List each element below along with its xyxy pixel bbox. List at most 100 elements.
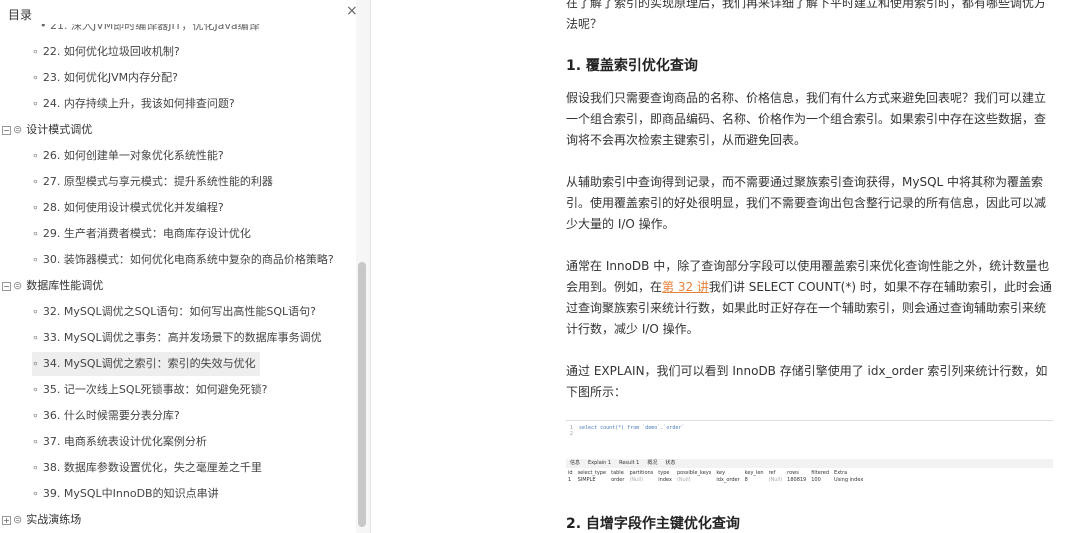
toc-label: 32. MySQL调优之SQL语句：如何写出高性能SQL语句? (42, 305, 317, 318)
folder-icon: ⊜ (13, 513, 23, 526)
table-cell: index (658, 477, 672, 483)
table-cell: (Null) (676, 477, 691, 483)
table-row: 1 SIMPLE order (Null) index (Null) idx_order 8 (… (568, 477, 868, 484)
column-header: rows (787, 470, 799, 476)
toc-item[interactable]: ∘ 39. MySQL中InnoDB的知识点串讲 (32, 482, 219, 506)
toc-item[interactable]: ∘ 24. 内存持续上升，我该如何排查问题? (32, 92, 235, 116)
column-header: key_len (744, 470, 764, 476)
toc-label: 38. 数据库参数设置优化，失之毫厘差之千里 (42, 461, 262, 474)
bullet-icon: ∘ (32, 409, 39, 422)
bullet-icon: ∘ (32, 383, 39, 396)
column-header: table (611, 470, 624, 476)
column-header: key (716, 470, 726, 476)
column-header: possible_keys (676, 470, 712, 476)
sql-editor: 1 select count(*) from `demo`.`order` 2 (570, 425, 684, 437)
toc-label: 26. 如何创建单一对象优化系统性能? (42, 149, 224, 162)
table-cell: (Null) (768, 477, 783, 483)
bullet-icon: ∘ (32, 97, 39, 110)
toc-item[interactable]: ∘ 23. 如何优化JVM内存分配? (32, 66, 178, 90)
toc-label: 23. 如何优化JVM内存分配? (42, 71, 178, 84)
bullet-icon: ∘ (32, 175, 39, 188)
toc-item[interactable]: ∘ 30. 装饰器模式：如何优化电商系统中复杂的商品价格策略? (32, 248, 334, 272)
toc-item[interactable]: ∘ 27. 原型模式与享元模式：提升系统性能的利器 (32, 170, 273, 194)
toc-item[interactable]: ∘ 28. 如何使用设计模式优化并发编程? (32, 196, 224, 220)
toc-item[interactable]: ∘ 36. 什么时候需要分表分库? (32, 404, 180, 428)
collapse-icon[interactable]: − (2, 125, 11, 135)
section-heading-covering-index: 1. 覆盖索引优化查询 (566, 58, 698, 74)
toc-label: 35. 记一次线上SQL死锁事故：如何避免死锁? (42, 383, 268, 396)
toc-label: 30. 装饰器模式：如何优化电商系统中复杂的商品价格策略? (42, 253, 334, 266)
column-header: id (568, 470, 573, 476)
table-cell: order (611, 477, 625, 483)
sidebar-scrollbar[interactable] (356, 0, 370, 533)
result-tab[interactable]: Explain 1 (588, 460, 611, 466)
bullet-icon: ∘ (32, 357, 39, 370)
result-tabs: 信息 Explain 1 Result 1 概况 状态 (566, 459, 1053, 468)
toc-section[interactable]: − ⊜ 设计模式调优 (2, 118, 92, 142)
result-tab[interactable]: 概况 (647, 460, 657, 466)
toc-item[interactable]: ∘ 26. 如何创建单一对象优化系统性能? (32, 144, 224, 168)
bullet-icon: ∘ (32, 45, 39, 58)
table-cell: 1 (568, 477, 572, 483)
paragraph-1: 假设我们只需要查询商品的名称、价格信息，我们有什么方式来避免回表呢？我们可以建立… (566, 91, 1047, 147)
table-cell: 100 (811, 477, 821, 483)
toc-item-partial[interactable]: • 21. 深入JVM即时编译器JIT，优化Java编译 (40, 24, 300, 33)
folder-icon: ⊜ (13, 123, 23, 136)
toc-item[interactable]: ∘ 38. 数据库参数设置优化，失之毫厘差之千里 (32, 456, 262, 480)
collapse-icon[interactable]: − (2, 281, 11, 291)
paragraph-4: 通过 EXPLAIN，我们可以看到 InnoDB 存储引擎使用了 idx_ord… (566, 364, 1048, 399)
toc-label: 实战演练场 (26, 513, 82, 526)
article-pane: 在了解了索引的实现原理后，我们再来详细了解下平时建立和使用索引时，都有哪些调优方… (371, 0, 1080, 533)
toc-item[interactable]: ∘ 37. 电商系统表设计优化案例分析 (32, 430, 207, 454)
section-heading-auto-increment: 2. 自增字段作主键优化查询 (566, 516, 740, 532)
bullet-icon: ∘ (32, 71, 39, 84)
toc-label: 37. 电商系统表设计优化案例分析 (42, 435, 207, 448)
toc-label: 29. 生产者消费者模式：电商库存设计优化 (42, 227, 251, 240)
bullet-icon: ∘ (32, 435, 39, 448)
bullet-icon: ∘ (32, 331, 39, 344)
toc-item[interactable]: ∘ 22. 如何优化垃圾回收机制? (32, 40, 180, 64)
sidebar-title: 目录 (8, 8, 33, 22)
explain-result-table: id select_type table partitions type possible… (568, 470, 868, 484)
toc-item[interactable]: ∘ 34. MySQL调优之索引：索引的失效与优化 (32, 352, 260, 376)
toc-sidebar: 目录 × • 21. 深入JVM即时编译器JIT，优化Java编译 ∘ 22. 如… (0, 0, 370, 533)
column-header: Extra (834, 470, 848, 476)
toc-label: 22. 如何优化垃圾回收机制? (42, 45, 180, 58)
sidebar-scroll-thumb[interactable] (358, 262, 366, 527)
table-cell: SIMPLE (577, 477, 596, 483)
table-cell: Using index (834, 477, 864, 483)
toc-label: 33. MySQL调优之事务：高并发场景下的数据库事务调优 (42, 331, 322, 344)
toc-label: 24. 内存持续上升，我该如何排查问题? (42, 97, 235, 110)
bullet-icon: ∘ (32, 487, 39, 500)
result-tab[interactable]: 信息 (570, 460, 580, 466)
paragraph-3: 通常在 InnoDB 中，除了查询部分字段可以使用覆盖索引来优化查询性能之外，统… (566, 259, 1052, 336)
table-cell: 180819 (787, 477, 807, 483)
table-cell: idx_order (716, 477, 740, 483)
expand-icon[interactable]: + (2, 515, 11, 525)
bullet-icon: ∘ (32, 305, 39, 318)
bullet-icon: ∘ (32, 253, 39, 266)
table-cell: 8 (744, 477, 748, 483)
table-header-row: id select_type table partitions type possible… (568, 470, 868, 477)
toc-section[interactable]: − ⊜ 数据库性能调优 (2, 274, 103, 298)
column-header: select_type (577, 470, 607, 476)
toc-item[interactable]: ∘ 29. 生产者消费者模式：电商库存设计优化 (32, 222, 251, 246)
result-tab[interactable]: 状态 (665, 460, 675, 466)
intro-paragraph: 在了解了索引的实现原理后，我们再来详细了解下平时建立和使用索引时，都有哪些调优方… (566, 0, 1047, 31)
code-line: 2 (570, 431, 574, 437)
column-header: partitions (629, 470, 654, 476)
toc-label: 36. 什么时候需要分表分库? (42, 409, 180, 422)
toc-item[interactable]: ∘ 35. 记一次线上SQL死锁事故：如何避免死锁? (32, 378, 268, 402)
toc-item[interactable]: ∘ 33. MySQL调优之事务：高并发场景下的数据库事务调优 (32, 326, 322, 350)
lesson-32-link[interactable]: 第 32 讲 (662, 280, 709, 294)
bullet-icon: ∘ (32, 149, 39, 162)
toc-section[interactable]: + ⊜ 实战演练场 (2, 508, 81, 532)
toc-label: 27. 原型模式与享元模式：提升系统性能的利器 (42, 175, 273, 188)
toc-label: 34. MySQL调优之索引：索引的失效与优化 (42, 357, 256, 370)
paragraph-2: 从辅助索引中查询得到记录，而不需要通过聚族索引查询获得，MySQL 中将其称为覆… (566, 175, 1047, 231)
table-cell: (Null) (629, 477, 644, 483)
toc-item[interactable]: ∘ 32. MySQL调优之SQL语句：如何写出高性能SQL语句? (32, 300, 316, 324)
column-header: filtered (811, 470, 830, 476)
result-tab[interactable]: Result 1 (619, 460, 639, 466)
column-header: type (658, 470, 670, 476)
